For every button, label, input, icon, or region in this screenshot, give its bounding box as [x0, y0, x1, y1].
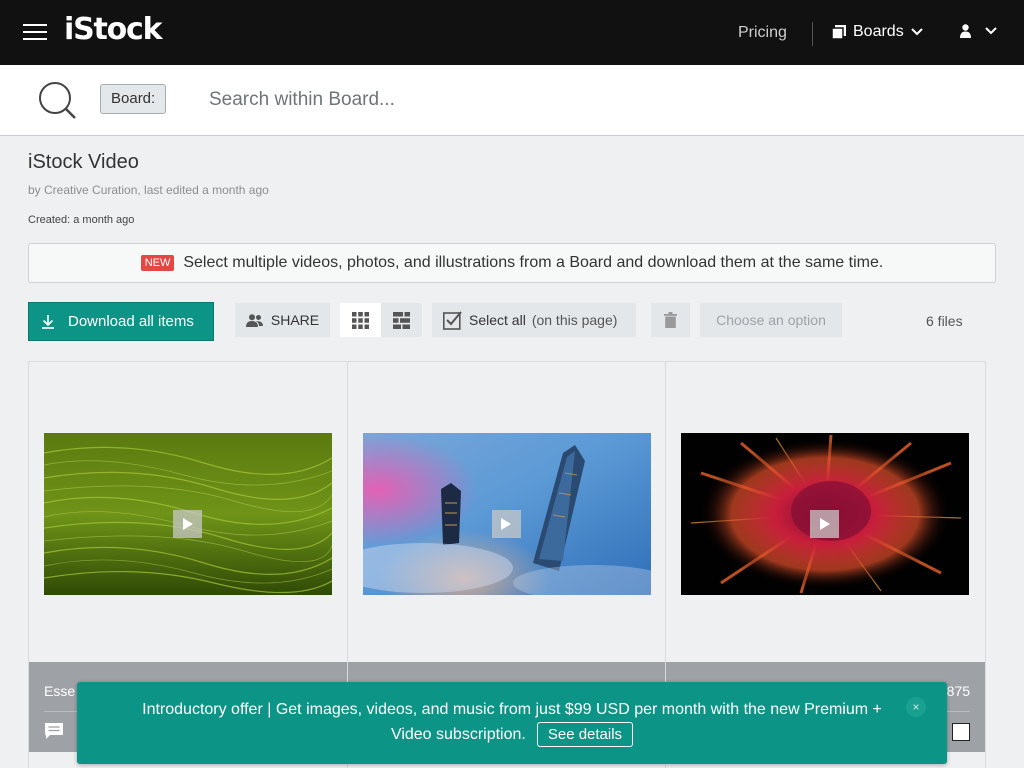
user-icon: [960, 24, 971, 38]
close-icon[interactable]: ×: [906, 697, 926, 717]
pricing-link[interactable]: Pricing: [738, 24, 787, 42]
top-navigation: iStock Pricing Boards: [0, 0, 1024, 65]
select-all-note: (on this page): [531, 312, 618, 328]
promo-line2: Video subscription. See details: [390, 722, 634, 747]
download-icon: [42, 314, 54, 329]
action-select[interactable]: Choose an option: [700, 303, 842, 337]
new-badge: NEW: [140, 255, 175, 271]
mosaic-icon: [393, 311, 410, 329]
card-title[interactable]: Esse: [44, 683, 75, 699]
video-thumbnail[interactable]: [681, 433, 970, 595]
chevron-down-icon: [985, 27, 997, 35]
menu-icon[interactable]: [23, 24, 47, 41]
promo-text-line2: Video subscription.: [390, 725, 526, 743]
play-icon: [491, 510, 521, 538]
grid-view-toggle[interactable]: [340, 303, 381, 337]
search-icon[interactable]: [38, 81, 78, 119]
card-number[interactable]: 875: [947, 683, 970, 699]
play-icon: [173, 510, 202, 538]
search-bar: Board:: [0, 65, 1024, 136]
video-thumbnail[interactable]: [44, 433, 332, 595]
grid-icon: [352, 311, 369, 329]
page-title: iStock Video: [28, 151, 139, 173]
feature-notice: NEW Select multiple videos, photos, and …: [28, 243, 996, 283]
mosaic-view-toggle[interactable]: [381, 303, 422, 337]
trash-icon: [664, 312, 677, 328]
people-icon: [245, 313, 263, 327]
promo-banner: Introductory offer | Get images, videos,…: [77, 682, 947, 764]
select-all-button[interactable]: Select all (on this page): [432, 303, 636, 337]
checkbox-checked-icon: [443, 311, 462, 330]
play-icon: [810, 510, 840, 538]
delete-button[interactable]: [651, 303, 690, 337]
select-checkbox[interactable]: [952, 723, 971, 741]
board-filter-chip[interactable]: Board:: [100, 84, 167, 114]
share-button[interactable]: SHARE: [235, 303, 330, 337]
files-count: 6 files: [926, 313, 963, 329]
istock-logo[interactable]: iStock: [64, 12, 163, 47]
boards-menu[interactable]: Boards: [832, 23, 923, 41]
see-details-button[interactable]: See details: [536, 722, 634, 747]
nav-divider: [812, 22, 813, 46]
notice-text: Select multiple videos, photos, and illu…: [183, 254, 884, 271]
download-all-label: Download all items: [68, 313, 194, 330]
select-all-label: Select all: [469, 312, 526, 328]
share-label: SHARE: [270, 312, 320, 328]
user-menu[interactable]: [960, 24, 997, 38]
video-thumbnail[interactable]: [362, 433, 651, 595]
promo-text: Introductory offer | Get images, videos,…: [142, 701, 882, 718]
board-meta: by Creative Curation, last edited a mont…: [28, 183, 269, 197]
chevron-down-icon: [910, 28, 923, 36]
board-created: Created: a month ago: [28, 214, 135, 226]
comment-icon[interactable]: [45, 723, 63, 740]
boards-label: Boards: [853, 23, 904, 40]
download-all-button[interactable]: Download all items: [28, 302, 214, 341]
search-input[interactable]: [209, 86, 969, 114]
boards-icon: [832, 25, 846, 39]
